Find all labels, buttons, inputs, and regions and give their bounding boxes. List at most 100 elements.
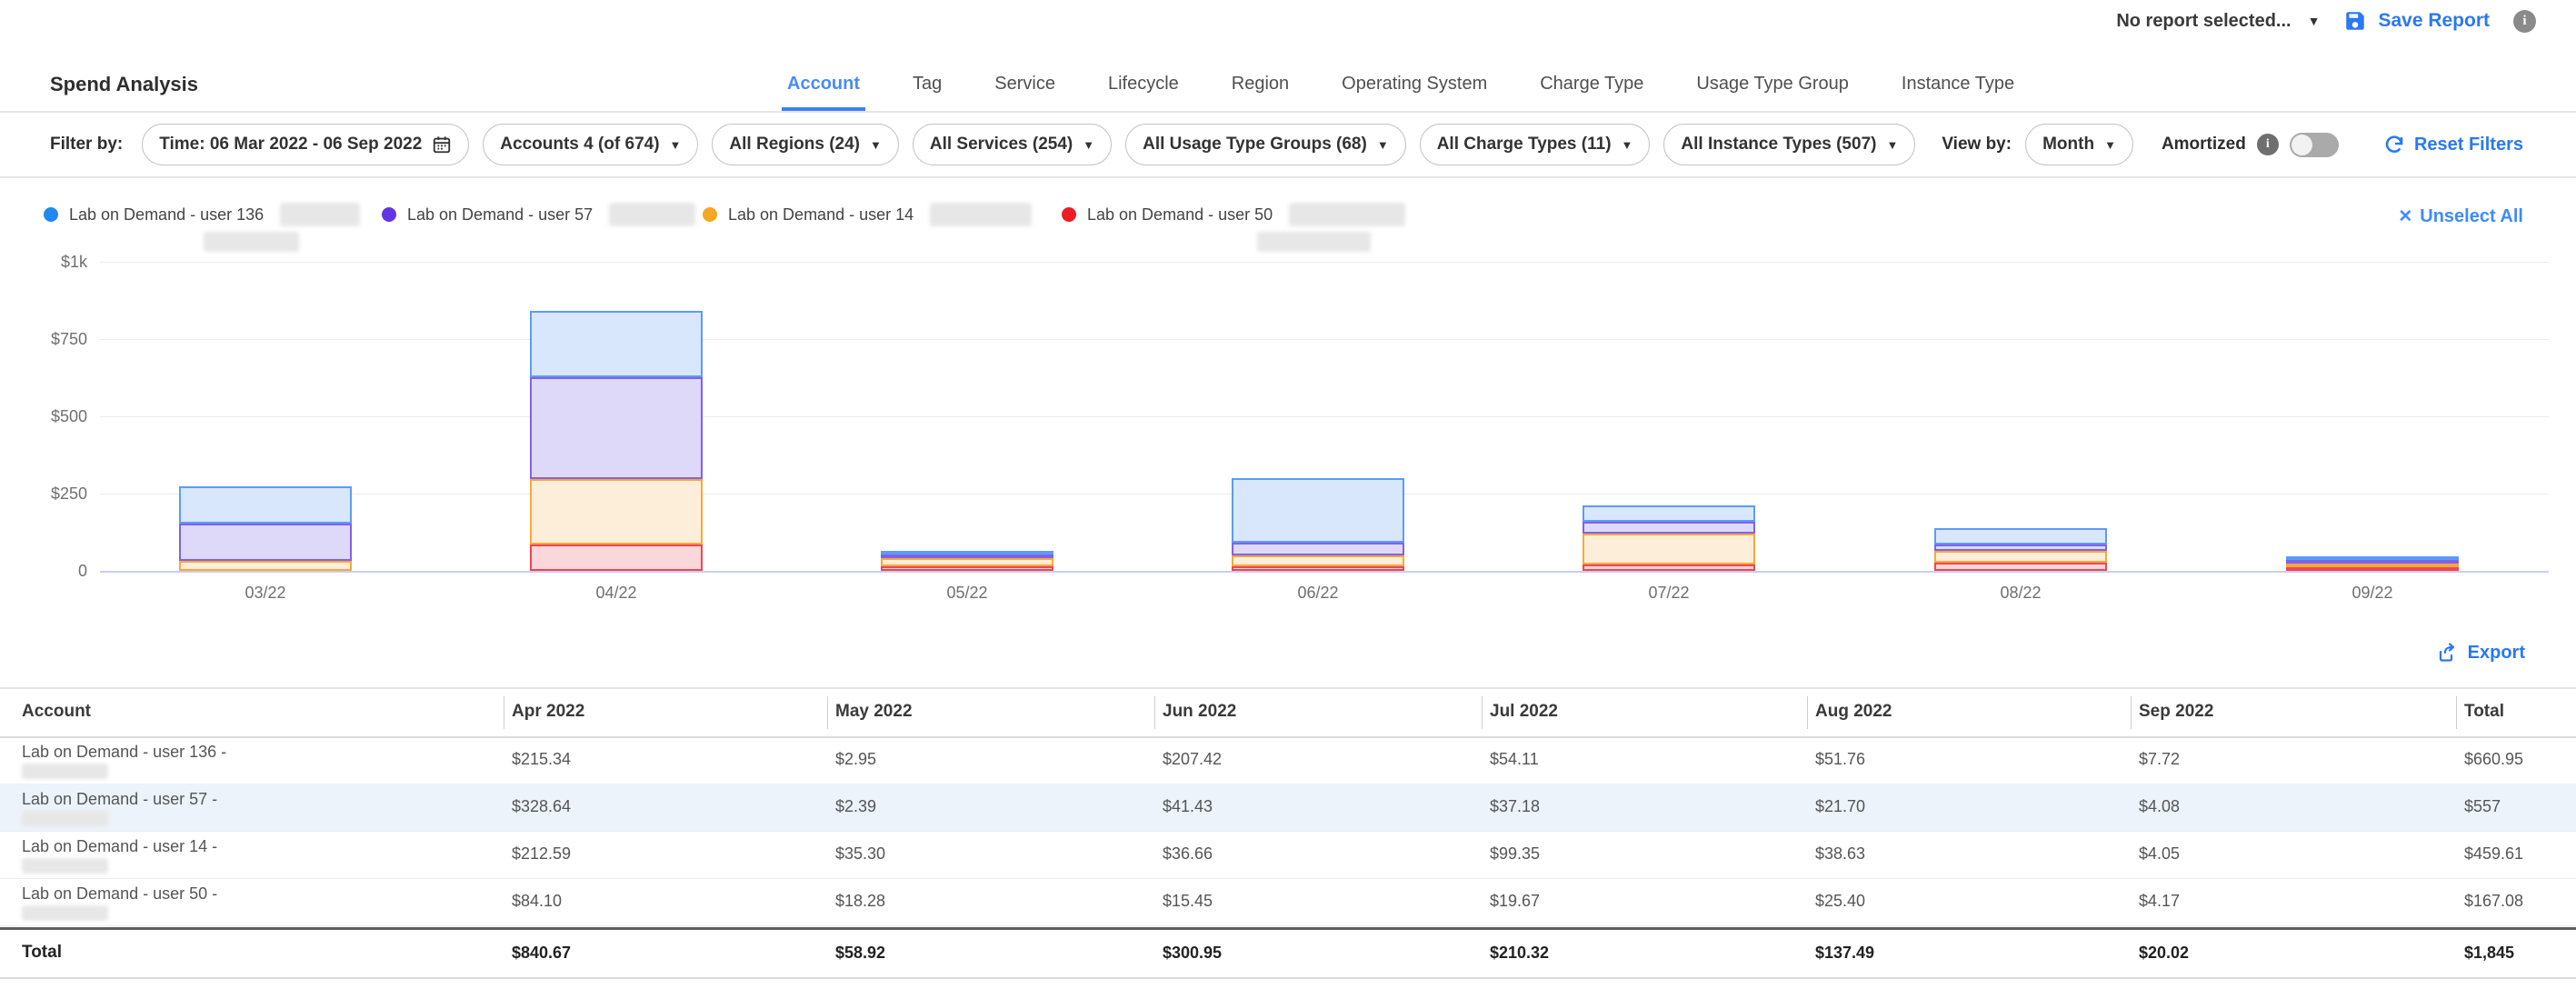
filter-pill-all-services[interactable]: All Services (254)▼ — [913, 124, 1112, 165]
filter-pill-all-charge-types[interactable]: All Charge Types (11) ▼ — [1420, 124, 1651, 165]
account-name: Lab on Demand - user 57 - — [22, 790, 217, 808]
redacted-text — [22, 764, 108, 779]
toggle-knob — [2291, 135, 2312, 155]
tab-service[interactable]: Service — [989, 74, 1061, 111]
bar-segment-lab-on-demand-user-57[interactable] — [1583, 522, 1755, 534]
stacked-bar-04-22[interactable] — [530, 311, 703, 571]
bar-segment-lab-on-demand-user-14[interactable] — [881, 558, 1053, 566]
save-report-button[interactable]: Save Report — [2343, 9, 2490, 33]
bar-segment-lab-on-demand-user-50[interactable] — [1934, 563, 2107, 571]
export-icon — [2437, 642, 2459, 664]
bar-segment-lab-on-demand-user-14[interactable] — [530, 479, 703, 544]
bar-segment-lab-on-demand-user-57[interactable] — [179, 524, 352, 561]
bar-segment-lab-on-demand-user-14[interactable] — [1232, 555, 1404, 566]
filter-pill-all-usage-type-groups[interactable]: All Usage Type Groups (68)▼ — [1125, 124, 1406, 165]
stacked-bar-03-22[interactable] — [179, 486, 352, 571]
bar-segment-lab-on-demand-user-14[interactable] — [1934, 551, 2107, 563]
legend-color-dot — [1062, 207, 1076, 222]
bar-segment-lab-on-demand-user-136[interactable] — [1232, 478, 1404, 543]
column-divider — [827, 696, 828, 729]
y-axis-tick-label: $500 — [0, 407, 87, 426]
amortized-label: Amortized — [2162, 135, 2246, 155]
filter-pill-label: All Usage Type Groups (68) — [1143, 135, 1367, 155]
filter-pill-all-instance-types[interactable]: All Instance Types (507)▼ — [1663, 124, 1915, 165]
tab-bar: Account Tag Service Lifecycle Region Operatin… — [782, 74, 2020, 111]
tab-lifecycle[interactable]: Lifecycle — [1103, 74, 1184, 111]
chevron-down-icon: ▼ — [1622, 139, 1633, 151]
unselect-all-button[interactable]: ✕ Unselect All — [2398, 206, 2523, 227]
cell-value: $459.61 — [2464, 844, 2523, 864]
cell-value: $36.66 — [1163, 844, 1213, 864]
reset-filters-button[interactable]: Reset Filters — [2383, 134, 2523, 155]
refresh-icon — [2383, 134, 2405, 155]
bar-segment-lab-on-demand-user-136[interactable] — [1583, 505, 1755, 522]
chevron-down-icon: ▼ — [2104, 139, 2116, 151]
cell-value: $41.43 — [1163, 797, 1213, 816]
report-selector[interactable]: No report selected... ▼ — [2116, 11, 2320, 32]
table-header-row: AccountApr 2022May 2022Jun 2022Jul 2022A… — [0, 689, 2576, 738]
export-label: Export — [2468, 643, 2525, 664]
legend-item-lab-on-demand-user-136[interactable]: Lab on Demand - user 136 — [44, 203, 360, 226]
filter-pill-all-regions[interactable]: All Regions (24)▼ — [712, 124, 898, 165]
top-bar: No report selected... ▼ Save Report i — [2116, 9, 2536, 33]
stacked-bar-07-22[interactable] — [1583, 505, 1755, 571]
bar-segment-lab-on-demand-user-50[interactable] — [881, 566, 1053, 571]
bar-segment-lab-on-demand-user-136[interactable] — [1934, 528, 2107, 544]
bar-segment-lab-on-demand-user-57[interactable] — [530, 377, 703, 479]
y-axis-tick-label: $750 — [0, 330, 87, 349]
account-name: Lab on Demand - user 50 - — [22, 884, 217, 903]
total-cell-value: $20.02 — [2139, 944, 2189, 963]
stacked-bar-06-22[interactable] — [1232, 478, 1404, 571]
tab-instance-type[interactable]: Instance Type — [1896, 74, 2020, 111]
report-selector-label: No report selected... — [2116, 11, 2291, 32]
chevron-down-icon: ▼ — [670, 139, 682, 151]
bar-segment-lab-on-demand-user-14[interactable] — [179, 561, 352, 571]
tab-account[interactable]: Account — [782, 74, 865, 111]
filter-pill-accounts-4[interactable]: Accounts 4 (of 674)▼ — [483, 124, 698, 165]
tab-charge-type[interactable]: Charge Type — [1534, 74, 1649, 111]
table-row: Lab on Demand - user 50 -$84.10$18.28$15… — [0, 878, 2576, 926]
filter-pill-time-06-mar-2022-06-sep-2022[interactable]: Time: 06 Mar 2022 - 06 Sep 2022 — [142, 124, 469, 165]
gridline — [100, 416, 2549, 417]
legend-item-lab-on-demand-user-50[interactable]: Lab on Demand - user 50 — [1062, 203, 1405, 226]
redacted-text — [1289, 203, 1405, 226]
redacted-text — [22, 905, 108, 921]
bar-segment-lab-on-demand-user-57[interactable] — [1934, 544, 2107, 551]
y-axis-tick-label: $1k — [0, 253, 87, 272]
export-button[interactable]: Export — [2437, 642, 2525, 664]
bar-segment-lab-on-demand-user-50[interactable] — [530, 544, 703, 571]
column-divider — [1482, 696, 1483, 729]
legend-item-lab-on-demand-user-57[interactable]: Lab on Demand - user 57 — [382, 203, 695, 226]
cell-value: $38.63 — [1815, 844, 1865, 864]
stacked-bar-09-22[interactable] — [2286, 563, 2459, 571]
bar-segment-lab-on-demand-user-136[interactable] — [530, 311, 703, 377]
bar-segment-lab-on-demand-user-50[interactable] — [1583, 564, 1755, 571]
table-total-row: Total$840.67$58.92$300.95$210.32$137.49$… — [0, 927, 2576, 979]
tab-usage-type-group[interactable]: Usage Type Group — [1691, 74, 1854, 111]
redacted-text — [609, 203, 695, 226]
filter-pill-label: All Charge Types (11) — [1437, 135, 1612, 155]
amortized-toggle[interactable] — [2290, 133, 2339, 157]
info-icon[interactable]: i — [2513, 10, 2536, 33]
bar-segment-lab-on-demand-user-57[interactable] — [1232, 543, 1404, 555]
cell-value: $328.64 — [512, 797, 571, 816]
tab-operating-system[interactable]: Operating System — [1336, 74, 1493, 111]
bar-segment-lab-on-demand-user-50[interactable] — [1232, 566, 1404, 571]
tab-tag[interactable]: Tag — [907, 74, 947, 111]
bar-segment-lab-on-demand-user-14[interactable] — [1583, 534, 1755, 564]
amortized-info-icon[interactable]: i — [2257, 134, 2279, 155]
stacked-bar-08-22[interactable] — [1934, 528, 2107, 571]
chevron-down-icon: ▼ — [1886, 139, 1898, 151]
cell-value: $215.34 — [512, 750, 571, 769]
bar-segment-lab-on-demand-user-136[interactable] — [179, 486, 352, 524]
cell-value: $2.39 — [835, 797, 876, 816]
legend-item-lab-on-demand-user-14[interactable]: Lab on Demand - user 14 — [703, 203, 1032, 226]
legend-item-label: Lab on Demand - user 50 — [1087, 205, 1273, 225]
bar-segment-lab-on-demand-user-50[interactable] — [2286, 567, 2459, 571]
stacked-bar-05-22[interactable] — [881, 551, 1053, 571]
filter-bar: Filter by: Time: 06 Mar 2022 - 06 Sep 20… — [0, 113, 2576, 178]
view-by-dropdown[interactable]: Month ▼ — [2025, 124, 2133, 165]
redacted-text — [22, 858, 108, 874]
save-icon — [2343, 9, 2367, 33]
tab-region[interactable]: Region — [1226, 74, 1294, 111]
